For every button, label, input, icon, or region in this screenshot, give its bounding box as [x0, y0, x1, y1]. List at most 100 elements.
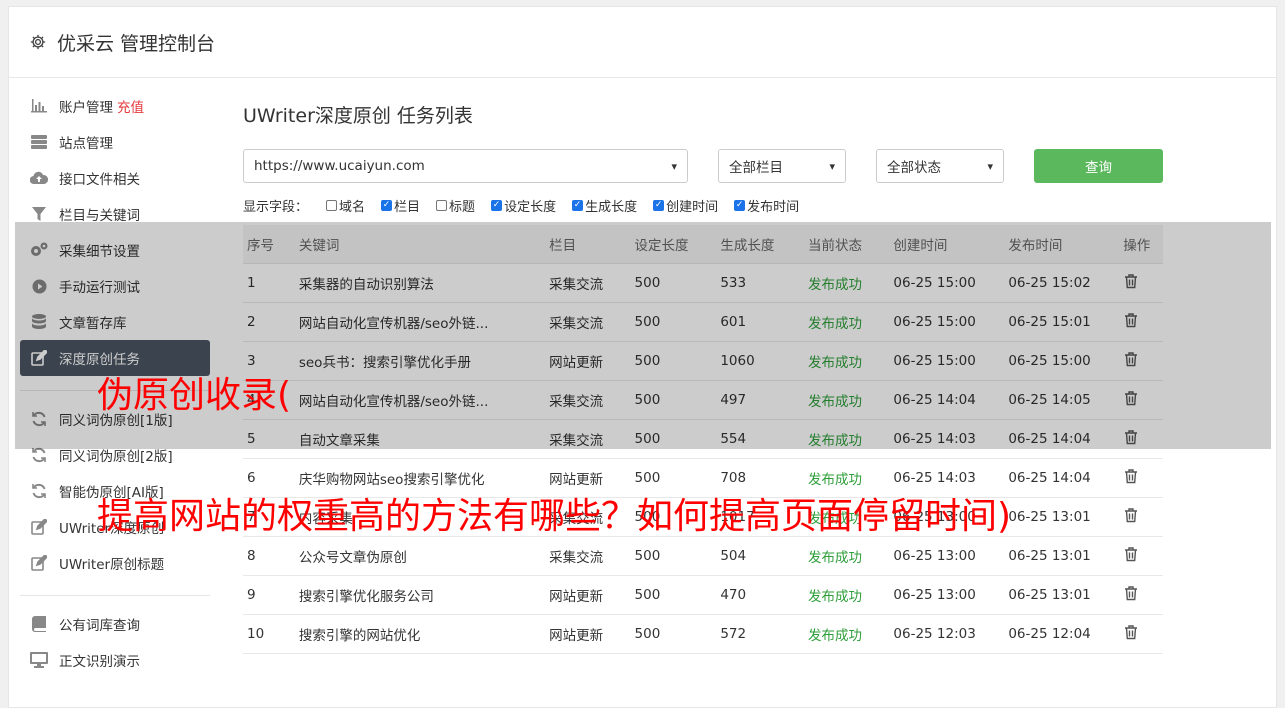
table-cell: 发布成功 — [803, 536, 890, 576]
sidebar-item-label: 正文识别演示 — [59, 654, 140, 670]
refresh-icon — [30, 446, 48, 464]
display-fields: 显示字段： 域名 栏目 标题 设定长度 生成长度 创建时间 发布时间 — [243, 195, 1163, 215]
checkbox-box[interactable] — [491, 199, 503, 211]
sidebar-item-label: 账户管理 — [59, 100, 113, 116]
table-cell: 1 — [243, 263, 295, 303]
trash-icon[interactable] — [1123, 312, 1139, 328]
database-icon — [30, 313, 48, 331]
action-cell — [1119, 380, 1163, 420]
table-cell: 06-25 15:00 — [1004, 341, 1120, 381]
trash-icon[interactable] — [1123, 468, 1139, 484]
status-select-value: 全部状态 — [887, 160, 941, 176]
column-select[interactable]: 全部栏目 ▾ — [718, 149, 846, 183]
action-cell — [1119, 341, 1163, 381]
action-cell — [1119, 302, 1163, 342]
sidebar-item[interactable]: 采集细节设置 — [20, 232, 210, 268]
sidebar-item[interactable]: 手动运行测试 — [20, 268, 210, 304]
table-cell: 06-25 15:00 — [889, 341, 1005, 381]
table-cell: 504 — [716, 536, 804, 576]
table-cell: 500 — [630, 341, 717, 381]
field-checkbox[interactable]: 栏目 — [381, 196, 420, 215]
sidebar-item-label: 手动运行测试 — [59, 280, 140, 296]
table-cell: 533 — [716, 263, 804, 303]
overlay-text-line1: 伪原创收录( — [97, 375, 292, 416]
sidebar-item-label: UWriter原创标题 — [59, 557, 165, 573]
trash-icon[interactable] — [1123, 585, 1139, 601]
status-select[interactable]: 全部状态 ▾ — [876, 149, 1004, 183]
trash-icon[interactable] — [1123, 624, 1139, 640]
checkbox-label: 域名 — [339, 199, 366, 215]
checkbox-box[interactable] — [572, 199, 584, 211]
table-cell: 500 — [630, 575, 717, 615]
checkbox-box[interactable] — [326, 199, 338, 211]
chevron-down-icon: ▾ — [671, 159, 677, 173]
checkbox-box[interactable] — [436, 199, 448, 211]
table-cell: 搜索引擎优化服务公司 — [294, 575, 546, 615]
refresh-icon — [30, 410, 48, 428]
table-cell: 采集交流 — [545, 380, 631, 420]
sidebar-item-label: 公有词库查询 — [59, 618, 140, 634]
top-bar: 优采云 管理控制台 — [9, 7, 1276, 78]
column-header: 创建时间 — [889, 225, 1005, 264]
sidebar-item[interactable]: 站点管理 — [20, 124, 210, 160]
sidebar-item[interactable]: 正文识别演示 — [20, 642, 210, 678]
recharge-link[interactable]: 充值 — [117, 96, 144, 116]
table-cell: 06-25 13:01 — [1004, 536, 1120, 576]
table-cell: 发布成功 — [803, 263, 890, 303]
sidebar-item[interactable]: 栏目与关键词 — [20, 196, 210, 232]
query-button[interactable]: 查询 — [1034, 149, 1163, 183]
monitor-icon — [30, 651, 48, 669]
table-cell: 发布成功 — [803, 575, 890, 615]
trash-icon[interactable] — [1123, 546, 1139, 562]
table-cell: 497 — [716, 380, 804, 420]
field-checkbox[interactable]: 域名 — [326, 196, 365, 215]
field-checkbox[interactable]: 创建时间 — [653, 196, 718, 215]
checkbox-box[interactable] — [381, 199, 393, 211]
sidebar-item[interactable]: 账户管理 充值 — [20, 88, 210, 124]
table-cell: 06-25 14:05 — [1004, 380, 1120, 420]
play-circle-icon — [30, 277, 48, 295]
table-cell: 采集器的自动识别算法 — [294, 263, 546, 303]
trash-icon[interactable] — [1123, 507, 1139, 523]
sidebar-item-label: 深度原创任务 — [59, 352, 140, 368]
table-cell: 06-25 14:04 — [1004, 458, 1120, 498]
main-content: UWriter深度原创 任务列表 https://www.ucaiyun.com… — [243, 95, 1163, 654]
action-cell — [1119, 497, 1163, 537]
checkbox-box[interactable] — [734, 199, 746, 211]
column-header: 当前状态 — [803, 225, 890, 264]
sidebar-item[interactable]: 公有词库查询 — [20, 606, 210, 642]
column-header: 序号 — [243, 225, 295, 264]
checkbox-box[interactable] — [653, 199, 665, 211]
sidebar-item-label: 文章暂存库 — [59, 316, 127, 332]
action-cell — [1119, 419, 1163, 459]
page-title: UWriter深度原创 任务列表 — [243, 105, 473, 127]
sidebar-item-label: 站点管理 — [59, 136, 113, 152]
trash-icon[interactable] — [1123, 390, 1139, 406]
table-cell: 470 — [716, 575, 804, 615]
checkbox-label: 创建时间 — [666, 199, 719, 215]
field-checkbox[interactable]: 设定长度 — [491, 196, 556, 215]
site-select[interactable]: https://www.ucaiyun.com ▾ — [243, 149, 688, 183]
sidebar-item-label: 接口文件相关 — [59, 172, 140, 188]
table-cell: 9 — [243, 575, 295, 615]
table-cell: 500 — [630, 536, 717, 576]
sidebar-item[interactable]: 文章暂存库 — [20, 304, 210, 340]
sidebar-item[interactable]: 接口文件相关 — [20, 160, 210, 196]
field-checkbox[interactable]: 标题 — [436, 196, 475, 215]
table-cell: 06-25 13:01 — [1004, 575, 1120, 615]
field-checkbox[interactable]: 发布时间 — [734, 196, 799, 215]
table-cell: 采集交流 — [545, 263, 631, 303]
sidebar-item[interactable]: 同义词伪原创[2版] — [20, 437, 210, 473]
table-cell: 06-25 14:03 — [889, 419, 1005, 459]
filter-icon — [30, 205, 48, 223]
trash-icon[interactable] — [1123, 429, 1139, 445]
sidebar-item[interactable]: UWriter原创标题 — [20, 545, 210, 581]
table-row: 10 搜索引擎的网站优化 网站更新 500 572 发布成功 06-25 12:03 06-2… — [243, 614, 1163, 654]
table-cell: 8 — [243, 536, 295, 576]
checkbox-label: 发布时间 — [747, 199, 800, 215]
table-cell: 发布成功 — [803, 302, 890, 342]
table-cell: 自动文章采集 — [294, 419, 546, 459]
field-checkbox[interactable]: 生成长度 — [572, 196, 637, 215]
trash-icon[interactable] — [1123, 273, 1139, 289]
trash-icon[interactable] — [1123, 351, 1139, 367]
